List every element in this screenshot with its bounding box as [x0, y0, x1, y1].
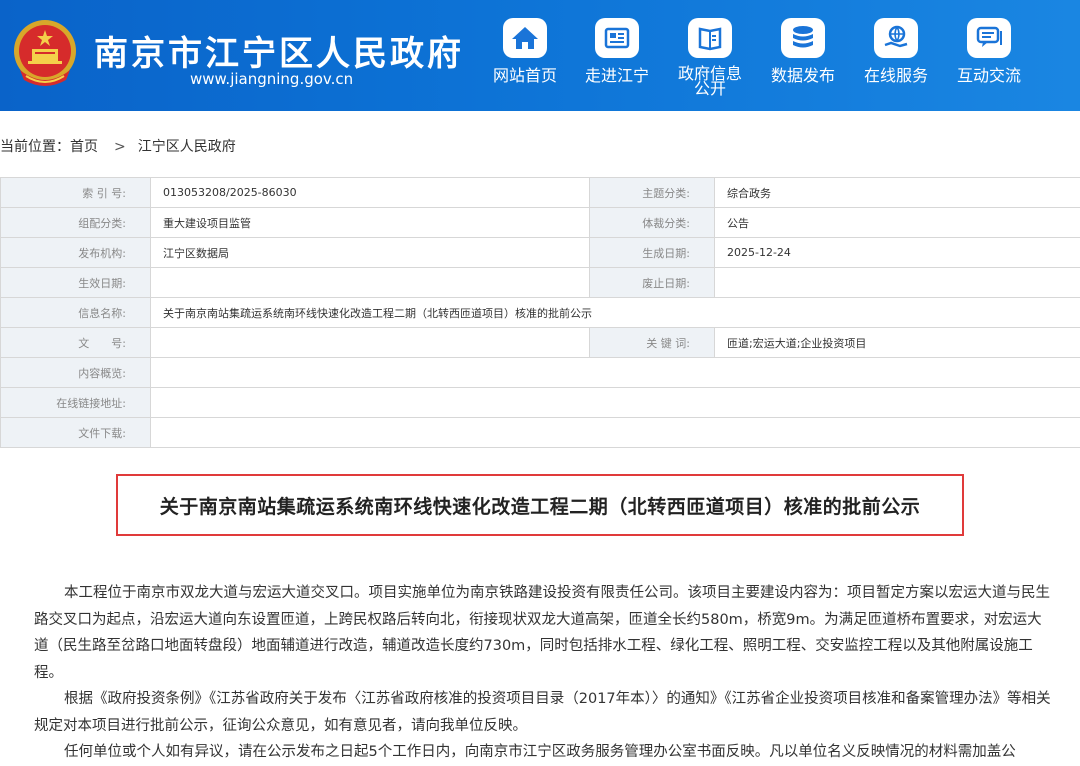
- doc-number-value: [151, 328, 590, 358]
- site-url[interactable]: www.jiangning.gov.cn: [190, 70, 353, 88]
- index-label: 索 引 号:: [1, 178, 151, 208]
- keywords-label: 关 键 词:: [590, 328, 715, 358]
- expire-date-label: 废止日期:: [590, 268, 715, 298]
- nav-interact[interactable]: 互动交流: [946, 18, 1032, 84]
- info-name-label: 信息名称:: [1, 298, 151, 328]
- nav-interact-label: 互动交流: [946, 68, 1032, 84]
- org-class-value: 重大建设项目监管: [151, 208, 590, 238]
- breadcrumb-prefix: 当前位置：: [0, 139, 70, 155]
- genre-value: 公告: [715, 208, 1080, 238]
- effective-date-label: 生效日期:: [1, 268, 151, 298]
- article-paragraph: 根据《政府投资条例》《江苏省政府关于发布〈江苏省政府核准的投资项目目录（2017…: [34, 686, 1054, 739]
- nav-open-gov-label: 政府信息公开: [672, 66, 748, 96]
- globe-hand-icon: [874, 18, 918, 58]
- database-icon: [781, 18, 825, 58]
- nav-about-label: 走进江宁: [574, 68, 660, 84]
- table-row: 文 号: 关 键 词: 匝道;宏运大道;企业投资项目: [1, 328, 1080, 358]
- table-row: 文件下载:: [1, 418, 1080, 448]
- online-link-label: 在线链接地址:: [1, 388, 151, 418]
- doc-number-label: 文 号:: [1, 328, 151, 358]
- table-row: 内容概览:: [1, 358, 1080, 388]
- table-row: 组配分类: 重大建设项目监管 体裁分类: 公告: [1, 208, 1080, 238]
- publisher-label: 发布机构:: [1, 238, 151, 268]
- created-date-value: 2025-12-24: [715, 238, 1080, 268]
- article-title: 关于南京南站集疏运系统南环线快速化改造工程二期（北转西匝道项目）核准的批前公示: [160, 492, 921, 519]
- effective-date-value: [151, 268, 590, 298]
- overview-value: [151, 358, 1080, 388]
- breadcrumb: 当前位置：首页 > 江宁区人民政府: [0, 136, 236, 156]
- info-name-value: 关于南京南站集疏运系统南环线快速化改造工程二期（北转西匝道项目）核准的批前公示: [151, 298, 1080, 328]
- file-download-value[interactable]: [151, 418, 1080, 448]
- table-row: 生效日期: 废止日期:: [1, 268, 1080, 298]
- table-row: 索 引 号: 013053208/2025-86030 主题分类: 综合政务: [1, 178, 1080, 208]
- index-value: 013053208/2025-86030: [151, 178, 590, 208]
- expire-date-value: [715, 268, 1080, 298]
- nav-service-label: 在线服务: [853, 68, 939, 84]
- genre-label: 体裁分类:: [590, 208, 715, 238]
- book-icon: [688, 18, 732, 58]
- nav-home[interactable]: 网站首页: [482, 18, 568, 84]
- article-body: 本工程位于南京市双龙大道与宏运大道交叉口。项目实施单位为南京铁路建设投资有限责任…: [34, 580, 1054, 766]
- nav-about[interactable]: 走进江宁: [574, 18, 660, 84]
- overview-label: 内容概览:: [1, 358, 151, 388]
- breadcrumb-home-link[interactable]: 首页: [70, 139, 98, 155]
- org-class-label: 组配分类:: [1, 208, 151, 238]
- site-title[interactable]: 南京市江宁区人民政府: [94, 26, 464, 75]
- home-icon: [503, 18, 547, 58]
- national-emblem-icon: [12, 18, 78, 88]
- article-paragraph: 本工程位于南京市双龙大道与宏运大道交叉口。项目实施单位为南京铁路建设投资有限责任…: [34, 580, 1054, 686]
- table-row: 发布机构: 江宁区数据局 生成日期: 2025-12-24: [1, 238, 1080, 268]
- publisher-value: 江宁区数据局: [151, 238, 590, 268]
- nav-data-label: 数据发布: [760, 68, 846, 84]
- table-row: 在线链接地址:: [1, 388, 1080, 418]
- topic-label: 主题分类:: [590, 178, 715, 208]
- nav-home-label: 网站首页: [482, 68, 568, 84]
- online-link-value[interactable]: [151, 388, 1080, 418]
- nav-service[interactable]: 在线服务: [853, 18, 939, 84]
- article-title-box: 关于南京南站集疏运系统南环线快速化改造工程二期（北转西匝道项目）核准的批前公示: [116, 474, 964, 536]
- info-metadata-table: 索 引 号: 013053208/2025-86030 主题分类: 综合政务 组…: [0, 177, 1080, 448]
- article-paragraph: 任何单位或个人如有异议，请在公示发布之日起5个工作日内，向南京市江宁区政务服务管…: [34, 739, 1054, 766]
- breadcrumb-current-link[interactable]: 江宁区人民政府: [138, 139, 236, 155]
- breadcrumb-separator: >: [114, 139, 126, 155]
- created-date-label: 生成日期:: [590, 238, 715, 268]
- nav-open-gov[interactable]: 政府信息公开: [667, 18, 753, 96]
- nav-data[interactable]: 数据发布: [760, 18, 846, 84]
- keywords-value: 匝道;宏运大道;企业投资项目: [715, 328, 1080, 358]
- chat-icon: [967, 18, 1011, 58]
- site-header: 南京市江宁区人民政府 www.jiangning.gov.cn 网站首页 走进江…: [0, 0, 1080, 111]
- topic-value: 综合政务: [715, 178, 1080, 208]
- newspaper-icon: [595, 18, 639, 58]
- file-download-label: 文件下载:: [1, 418, 151, 448]
- table-row: 信息名称: 关于南京南站集疏运系统南环线快速化改造工程二期（北转西匝道项目）核准…: [1, 298, 1080, 328]
